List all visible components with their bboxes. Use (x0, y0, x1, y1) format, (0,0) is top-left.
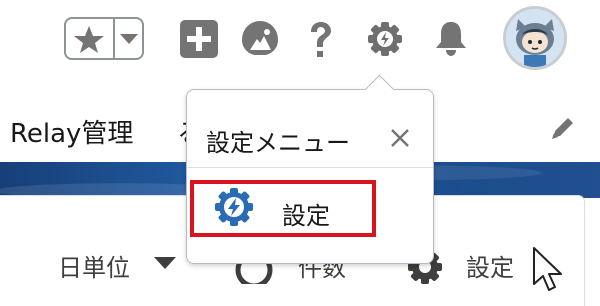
gear-icon (368, 22, 402, 56)
mouse-cursor-icon (531, 246, 565, 294)
setup-button[interactable] (362, 16, 408, 62)
close-icon (391, 129, 409, 147)
setup-menu-popover (186, 89, 434, 264)
favorites-button-group[interactable] (64, 17, 144, 60)
close-button[interactable] (386, 124, 414, 152)
app-title: Relay管理 (10, 119, 134, 149)
favorites-list-button[interactable] (116, 19, 142, 58)
edit-nav-button[interactable] (548, 113, 578, 143)
menu-item-setup-label: 設定 (282, 202, 330, 230)
setup-menu-title: 設定メニュー (206, 129, 350, 157)
settings-label[interactable]: 設定 (466, 248, 514, 283)
help-button[interactable] (297, 16, 343, 62)
period-select-label[interactable]: 日単位 (58, 248, 130, 283)
pencil-icon (552, 118, 573, 139)
bell-icon (436, 22, 466, 56)
period-dropdown[interactable] (152, 254, 178, 272)
help-icon (311, 22, 331, 57)
plus-square-icon (180, 20, 218, 58)
astro-avatar-icon (506, 9, 564, 67)
favorites-star-button[interactable] (66, 19, 112, 58)
setup-bolt-gear-icon (212, 185, 256, 229)
user-avatar[interactable] (503, 6, 567, 70)
chevron-down-icon (120, 34, 138, 44)
notifications-button[interactable] (428, 16, 474, 62)
global-actions-button[interactable] (176, 16, 222, 62)
favorites-divider (113, 19, 115, 58)
trailhead-icon (242, 21, 278, 55)
chevron-down-icon (154, 257, 176, 269)
star-icon (74, 26, 104, 53)
popover-divider (187, 167, 433, 168)
guidance-center-button[interactable] (237, 16, 283, 62)
